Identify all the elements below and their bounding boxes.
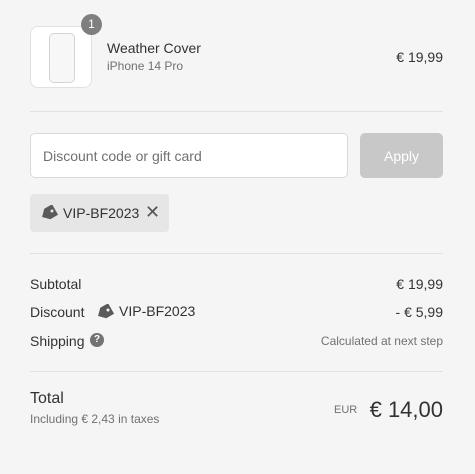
discount-code-input[interactable] bbox=[30, 133, 348, 178]
discount-code-label: VIP-BF2023 bbox=[119, 303, 196, 319]
subtotal-value: € 19,99 bbox=[396, 276, 443, 292]
product-variant: iPhone 14 Pro bbox=[107, 59, 184, 73]
applied-discount-code: VIP-BF2023 bbox=[63, 205, 140, 221]
shipping-label: Shipping bbox=[30, 333, 85, 349]
shipping-value: Calculated at next step bbox=[320, 334, 443, 348]
divider bbox=[30, 371, 443, 372]
apply-button[interactable]: Apply bbox=[360, 133, 443, 178]
quantity-badge: 1 bbox=[81, 14, 102, 35]
phone-case-icon bbox=[49, 33, 75, 83]
subtotal-label: Subtotal bbox=[30, 276, 82, 292]
product-title: Weather Cover bbox=[107, 40, 201, 56]
tax-note: Including € 2,43 in taxes bbox=[30, 412, 160, 426]
discount-value: - € 5,99 bbox=[395, 304, 443, 320]
total-value: € 14,00 bbox=[369, 397, 443, 422]
tag-icon bbox=[40, 204, 59, 226]
close-icon[interactable]: ✕ bbox=[145, 202, 160, 222]
total-label: Total bbox=[30, 390, 64, 407]
currency-code: EUR bbox=[334, 404, 358, 416]
help-icon[interactable]: ? bbox=[90, 333, 104, 347]
divider bbox=[30, 111, 443, 112]
tag-icon bbox=[96, 303, 115, 325]
product-thumbnail bbox=[30, 26, 92, 88]
divider bbox=[30, 253, 443, 254]
product-price: € 19,99 bbox=[396, 49, 443, 65]
applied-discount-chip: VIP-BF2023 ✕ bbox=[30, 194, 169, 232]
discount-label: Discount bbox=[30, 304, 85, 320]
